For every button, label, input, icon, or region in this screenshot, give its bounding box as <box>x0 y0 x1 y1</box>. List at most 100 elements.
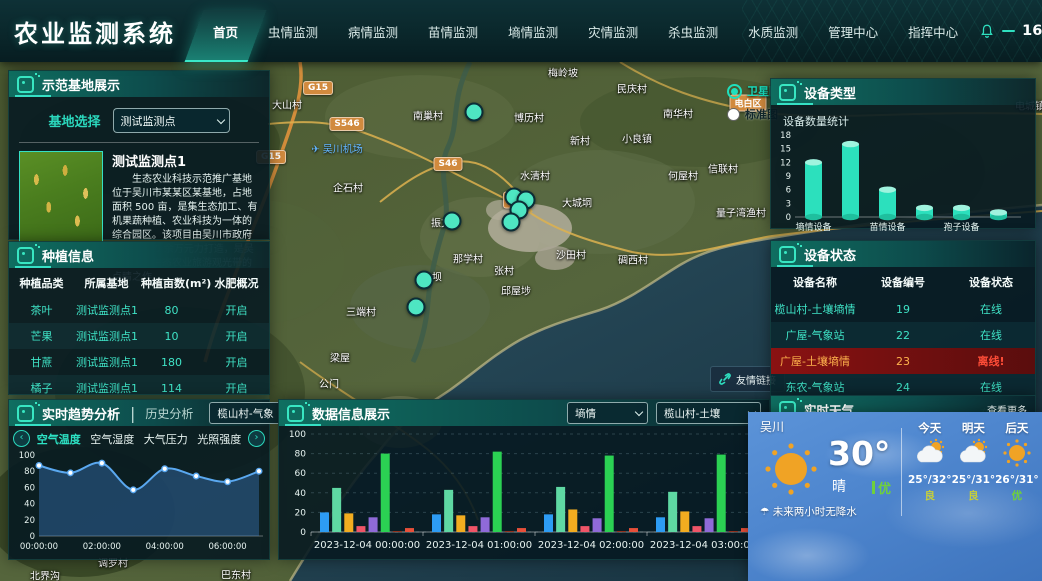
table-cell: 测试监测点1 <box>74 323 139 349</box>
chevron-down-icon <box>216 116 224 124</box>
svg-text:12: 12 <box>780 158 791 168</box>
device-map-marker[interactable] <box>443 212 462 231</box>
history-analysis-tab[interactable]: 历史分析 <box>145 405 193 422</box>
table-cell: 测试监测点1 <box>74 349 139 375</box>
rain-note: ☂ 未来两小时无降水 <box>760 504 857 519</box>
bell-icon[interactable] <box>979 23 995 39</box>
nav-item-label: 管理中心 <box>828 22 878 41</box>
nav-item-水质监测[interactable]: 水质监测 <box>733 0 813 62</box>
map-place-label: 碉西村 <box>618 252 648 267</box>
nav-item-墒情监测[interactable]: 墒情监测 <box>493 0 573 62</box>
table-cell: 橘子 <box>9 375 74 401</box>
metric-tab-空气温度[interactable]: 空气温度 <box>34 431 84 447</box>
nav-item-病情监测[interactable]: 病情监测 <box>333 0 413 62</box>
map-place-label: 公门 <box>319 376 339 391</box>
metric-tab-大气压力[interactable]: 大气压力 <box>141 431 191 447</box>
nav-item-苗情监测[interactable]: 苗情监测 <box>413 0 493 62</box>
table-cell: 测试监测点1 <box>74 297 139 323</box>
forecast-temp: 25°/32° <box>908 474 952 486</box>
data-station-dropdown[interactable]: 榄山村-土壤 <box>656 402 761 424</box>
header-underline <box>285 424 321 426</box>
nav-item-管理中心[interactable]: 管理中心 <box>813 0 893 62</box>
nav-item-杀虫监测[interactable]: 杀虫监测 <box>653 0 733 62</box>
base-select-value: 测试监测点 <box>121 113 176 129</box>
svg-text:18: 18 <box>780 131 791 141</box>
nav-item-灾情监测[interactable]: 灾情监测 <box>573 0 653 62</box>
header-underline <box>15 95 51 97</box>
map-place-label: 邱屋埗 <box>501 283 531 298</box>
spot-title: 测试监测点1 <box>112 151 259 170</box>
table-cell-id: 23 <box>859 348 947 374</box>
table-cell: 开启 <box>204 297 269 323</box>
current-temp: 30° <box>828 434 890 473</box>
table-cell: 茶叶 <box>9 297 74 323</box>
table-cell-status: 在线 <box>947 322 1035 348</box>
map-place-label: 南华村 <box>663 106 693 121</box>
base-select-row: 基地选择 测试监测点 <box>9 108 269 133</box>
metric-tab-空气湿度[interactable]: 空气湿度 <box>88 431 138 447</box>
panel-header: 设备类型 <box>771 79 1035 105</box>
table-row: 茶叶测试监测点180开启 <box>9 297 269 323</box>
data-type-dropdown[interactable]: 墒情 <box>567 402 648 424</box>
weather-widget: 吴川 30° 晴 优 ☂ 未来两小时无降水 今天25°/32°良明天25°/31… <box>748 412 1042 581</box>
svg-text:06:00:00: 06:00:00 <box>208 542 246 552</box>
table-cell: 10 <box>139 323 204 349</box>
map-place-label: 那学村 <box>453 251 483 266</box>
divider-dash <box>1002 30 1015 32</box>
table-cell-name: 广屋-土壤墒情 <box>771 348 859 374</box>
map-place-label: 小良镇 <box>622 131 652 146</box>
table-cell: 180 <box>139 349 204 375</box>
panel-header: 设备状态 <box>771 241 1035 267</box>
nav-item-虫情监测[interactable]: 虫情监测 <box>253 0 333 62</box>
table-cell: 80 <box>139 297 204 323</box>
device-map-marker[interactable] <box>407 298 426 317</box>
column-header: 设备编号 <box>859 267 947 296</box>
panel-icon <box>17 405 34 422</box>
airport-label: ✈ 吴川机场 <box>311 141 363 156</box>
dashboard: 卫星图 标准图 友情链接 梅岭坡民庆村大山村南巢村博历村南华村电城镇新村小良镇水… <box>0 0 1042 581</box>
base-select-dropdown[interactable]: 测试监测点 <box>113 108 230 133</box>
radio-off-icon <box>727 108 740 121</box>
svg-text:60: 60 <box>295 469 307 479</box>
svg-text:孢子设备: 孢子设备 <box>943 221 979 233</box>
planting-info-panel: 种植信息 种植品类所属基地种植亩数(m²)水肥概况 茶叶测试监测点180开启芒果… <box>8 241 270 395</box>
app-logo: 农业监测系统 <box>0 14 198 49</box>
nav-item-label: 杀虫监测 <box>668 22 718 41</box>
svg-text:2023-12-04 01:00:00: 2023-12-04 01:00:00 <box>426 540 532 551</box>
nav-item-首页[interactable]: 首页 <box>198 0 253 62</box>
metric-tabs: ‹空气温度空气湿度大气压力光照强度› <box>9 426 269 447</box>
aqi-badge: 优 <box>872 478 891 497</box>
metric-tab-光照强度[interactable]: 光照强度 <box>195 431 245 447</box>
nav-item-label: 灾情监测 <box>588 22 638 41</box>
map-place-label: 企石村 <box>333 180 363 195</box>
map-place-label: 北界沟 <box>30 568 60 581</box>
device-map-marker[interactable] <box>465 103 484 122</box>
nav-item-label: 病情监测 <box>348 22 398 41</box>
table-cell-status: 离线! <box>947 348 1035 374</box>
panel-icon <box>779 246 796 263</box>
device-map-marker[interactable] <box>502 213 521 232</box>
map-place-label: 张村 <box>494 263 514 278</box>
nav-menu: 首页虫情监测病情监测苗情监测墒情监测灾情监测 杀虫监测水质监测管理中心 指挥中心 <box>198 0 973 62</box>
panel-header: 实时趋势分析 | 历史分析 榄山村-气象 <box>9 400 269 426</box>
table-cell: 甘蔗 <box>9 349 74 375</box>
forecast-columns: 今天25°/32°良明天25°/31°良后天26°/31°优 <box>908 420 1038 503</box>
nav-item-指挥中心[interactable]: 指挥中心 <box>893 0 973 62</box>
panel-title: 种植信息 <box>42 246 94 265</box>
svg-text:02:00:00: 02:00:00 <box>83 542 121 552</box>
nav-item-label: 指挥中心 <box>908 22 958 41</box>
forecast-day: 后天26°/31°优 <box>995 420 1039 503</box>
svg-text:40: 40 <box>295 489 307 499</box>
map-road-badge: S46 <box>433 157 462 171</box>
header-underline <box>777 103 813 105</box>
header-underline <box>777 265 813 267</box>
map-place-label: 水清村 <box>520 168 550 183</box>
table-cell: 开启 <box>204 375 269 401</box>
tabs-next-arrow[interactable]: › <box>248 430 265 447</box>
trend-line-chart: 02040608010000:00:0002:00:0004:00:0006:0… <box>9 447 265 553</box>
device-map-marker[interactable] <box>415 271 434 290</box>
map-place-label: 博历村 <box>514 110 544 125</box>
panel-title: 设备类型 <box>804 83 856 102</box>
weather-condition: 晴 <box>832 476 846 496</box>
tabs-prev-arrow[interactable]: ‹ <box>13 430 30 447</box>
